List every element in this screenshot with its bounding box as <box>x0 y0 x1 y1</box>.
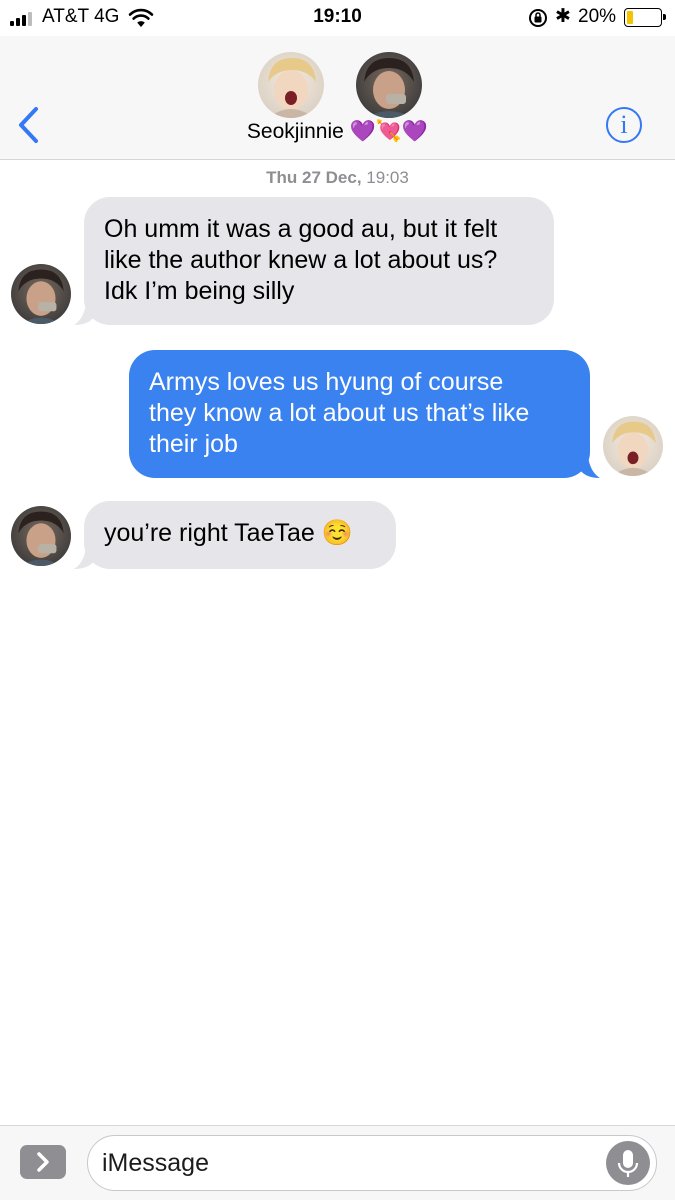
message-bubble-incoming[interactable]: Oh umm it was a good au, but it felt lik… <box>84 197 554 325</box>
clock-time: 19:10 <box>313 6 362 27</box>
contact-avatar-taehyung[interactable] <box>258 52 324 118</box>
timestamp-time: 19:03 <box>366 168 409 187</box>
microphone-button[interactable] <box>606 1141 650 1185</box>
microphone-icon <box>617 1150 639 1177</box>
message-input-field[interactable] <box>87 1135 657 1191</box>
rotation-lock-icon <box>529 9 547 27</box>
conversation-header: Seokjinnie 💜💘💜 i <box>0 36 675 160</box>
message-input[interactable] <box>102 1146 582 1180</box>
message-line: Oh umm it was a good au, but it felt <box>104 215 498 243</box>
battery-level-fill <box>627 11 633 24</box>
battery-icon <box>624 8 666 27</box>
app-drawer-chevron-icon <box>37 1152 49 1172</box>
message-bubble-outgoing[interactable]: Armys loves us hyung of course they know… <box>129 350 590 478</box>
sender-avatar-taehyung <box>603 416 663 476</box>
battery-percent: 20% <box>578 6 617 27</box>
message-line: Idk I’m being silly <box>104 277 295 305</box>
message-bubble-incoming[interactable]: you’re right TaeTae ☺️ <box>84 501 396 569</box>
app-drawer-button[interactable] <box>20 1145 66 1179</box>
info-icon[interactable]: i <box>606 107 642 143</box>
message-line: Armys loves us hyung of course <box>149 368 504 396</box>
compose-bar <box>0 1125 675 1200</box>
sender-avatar-seokjin <box>11 506 71 566</box>
status-bar: AT&T 4G 19:10 ✱ 20% <box>0 0 675 36</box>
message-timestamp: Thu 27 Dec, 19:03 <box>0 168 675 188</box>
message-line: their job <box>149 430 238 458</box>
timestamp-day: Thu 27 Dec, <box>266 168 362 187</box>
message-line: like the author knew a lot about us? <box>104 246 498 274</box>
sender-avatar-seokjin <box>11 264 71 324</box>
contact-name[interactable]: Seokjinnie 💜💘💜 <box>0 120 675 144</box>
message-line: you’re right TaeTae ☺️ <box>104 519 353 547</box>
bluetooth-icon: ✱ <box>555 6 571 27</box>
contact-avatar-seokjin[interactable] <box>356 52 422 118</box>
message-line: they know a lot about us that’s like <box>149 399 530 427</box>
